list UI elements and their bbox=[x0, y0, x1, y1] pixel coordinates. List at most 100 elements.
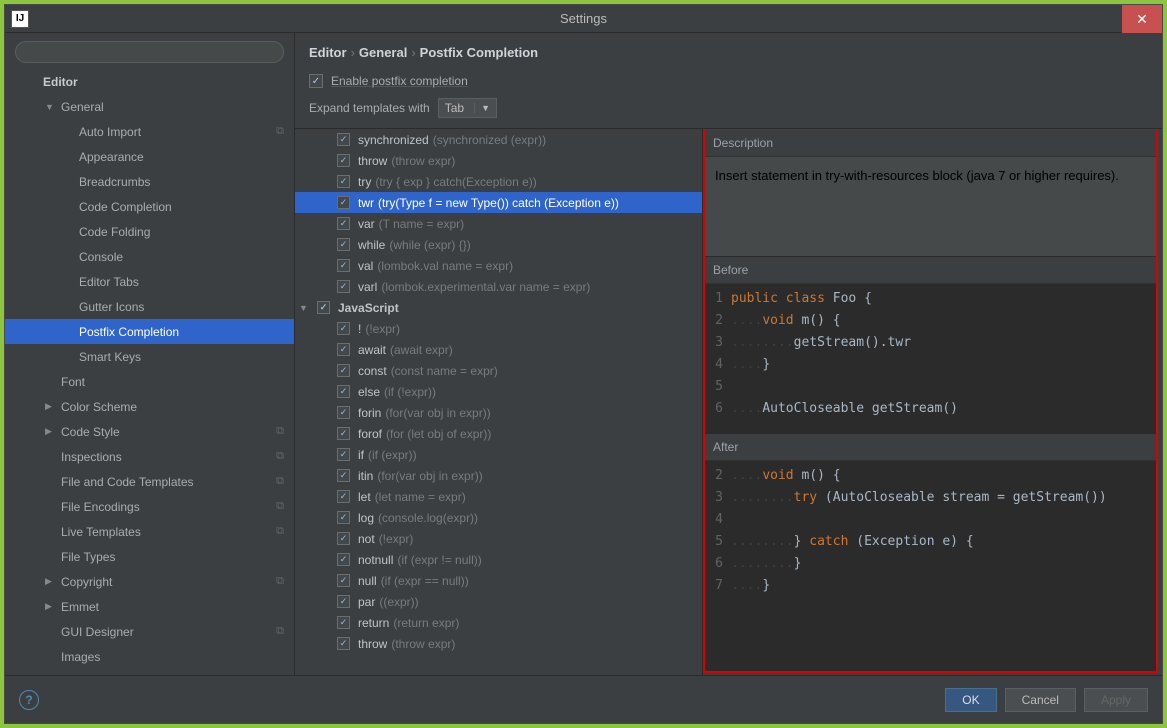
template-checkbox[interactable] bbox=[337, 217, 350, 230]
template-checkbox[interactable] bbox=[337, 595, 350, 608]
template-item-throw[interactable]: throw (throw expr) bbox=[295, 633, 702, 654]
sidebar-item-inspections[interactable]: Inspections⧉ bbox=[5, 444, 294, 469]
template-item-while[interactable]: while (while (expr) {}) bbox=[295, 234, 702, 255]
search-input[interactable] bbox=[15, 41, 284, 63]
template-item-itin[interactable]: itin (for(var obj in expr)) bbox=[295, 465, 702, 486]
template-item-let[interactable]: let (let name = expr) bbox=[295, 486, 702, 507]
sidebar-item-file-types[interactable]: File Types bbox=[5, 544, 294, 569]
cancel-button[interactable]: Cancel bbox=[1005, 688, 1076, 712]
sidebar-item-file-encodings[interactable]: File Encodings⧉ bbox=[5, 494, 294, 519]
template-item-val[interactable]: val (lombok.val name = expr) bbox=[295, 255, 702, 276]
template-item-const[interactable]: const (const name = expr) bbox=[295, 360, 702, 381]
template-item-notnull[interactable]: notnull (if (expr != null)) bbox=[295, 549, 702, 570]
sidebar-item-gutter-icons[interactable]: Gutter Icons bbox=[5, 294, 294, 319]
chevron-icon[interactable]: ▶ bbox=[45, 601, 52, 612]
sidebar-item-images[interactable]: Images bbox=[5, 644, 294, 669]
sidebar-item-general[interactable]: ▼General bbox=[5, 94, 294, 119]
copy-icon[interactable]: ⧉ bbox=[276, 425, 284, 438]
template-checkbox[interactable] bbox=[337, 238, 350, 251]
copy-icon[interactable]: ⧉ bbox=[276, 475, 284, 488]
template-checkbox[interactable] bbox=[337, 385, 350, 398]
sidebar-item-editor-tabs[interactable]: Editor Tabs bbox=[5, 269, 294, 294]
template-checkbox[interactable] bbox=[337, 196, 350, 209]
template-checkbox[interactable] bbox=[337, 364, 350, 377]
chevron-icon[interactable]: ▶ bbox=[45, 426, 52, 437]
template-checkbox[interactable] bbox=[337, 154, 350, 167]
template-checkbox[interactable] bbox=[337, 133, 350, 146]
sidebar-item-auto-import[interactable]: Auto Import⧉ bbox=[5, 119, 294, 144]
template-item-try[interactable]: try (try { exp } catch(Exception e)) bbox=[295, 171, 702, 192]
template-checkbox[interactable] bbox=[337, 406, 350, 419]
sidebar-item-font[interactable]: Font bbox=[5, 369, 294, 394]
copy-icon[interactable]: ⧉ bbox=[276, 125, 284, 138]
template-checkbox[interactable] bbox=[337, 322, 350, 335]
copy-icon[interactable]: ⧉ bbox=[276, 575, 284, 588]
sidebar-item-smart-keys[interactable]: Smart Keys bbox=[5, 344, 294, 369]
ok-button[interactable]: OK bbox=[945, 688, 996, 712]
apply-button[interactable]: Apply bbox=[1084, 688, 1148, 712]
sidebar-item-postfix-completion[interactable]: Postfix Completion bbox=[5, 319, 294, 344]
template-checkbox[interactable] bbox=[337, 574, 350, 587]
template-item-varl[interactable]: varl (lombok.experimental.var name = exp… bbox=[295, 276, 702, 297]
template-item-forof[interactable]: forof (for (let obj of expr)) bbox=[295, 423, 702, 444]
copy-icon[interactable]: ⧉ bbox=[276, 450, 284, 463]
template-checkbox[interactable] bbox=[337, 616, 350, 629]
chevron-icon[interactable]: ▶ bbox=[45, 401, 52, 412]
template-checkbox[interactable] bbox=[337, 448, 350, 461]
template-item-await[interactable]: await (await expr) bbox=[295, 339, 702, 360]
template-checkbox[interactable] bbox=[337, 280, 350, 293]
sidebar-item-live-templates[interactable]: Live Templates⧉ bbox=[5, 519, 294, 544]
group-checkbox[interactable] bbox=[317, 301, 330, 314]
sidebar-item-code-folding[interactable]: Code Folding bbox=[5, 219, 294, 244]
template-item-if[interactable]: if (if (expr)) bbox=[295, 444, 702, 465]
template-checkbox[interactable] bbox=[337, 175, 350, 188]
copy-icon[interactable]: ⧉ bbox=[276, 525, 284, 538]
template-desc: (if (expr != null)) bbox=[397, 553, 481, 567]
template-item-par[interactable]: par ((expr)) bbox=[295, 591, 702, 612]
sidebar-item-breadcrumbs[interactable]: Breadcrumbs bbox=[5, 169, 294, 194]
template-checkbox[interactable] bbox=[337, 259, 350, 272]
template-item-not[interactable]: not (!expr) bbox=[295, 528, 702, 549]
chevron-icon[interactable]: ▼ bbox=[45, 102, 54, 112]
line-content: ........} catch (Exception e) { bbox=[731, 531, 1156, 553]
sidebar-item-appearance[interactable]: Appearance bbox=[5, 144, 294, 169]
template-item-var[interactable]: var (T name = expr) bbox=[295, 213, 702, 234]
enable-postfix-checkbox[interactable] bbox=[309, 74, 323, 88]
sidebar-item-file-and-code-templates[interactable]: File and Code Templates⧉ bbox=[5, 469, 294, 494]
template-key: ! bbox=[358, 322, 361, 336]
template-checkbox[interactable] bbox=[337, 490, 350, 503]
sidebar-item-color-scheme[interactable]: ▶Color Scheme bbox=[5, 394, 294, 419]
line-number: 2 bbox=[705, 465, 731, 487]
sidebar-item-code-style[interactable]: ▶Code Style⧉ bbox=[5, 419, 294, 444]
template-item-synchronized[interactable]: synchronized (synchronized (expr)) bbox=[295, 129, 702, 150]
template-desc: (try(Type f = new Type()) catch (Excepti… bbox=[378, 196, 619, 210]
template-item-[interactable]: ! (!expr) bbox=[295, 318, 702, 339]
close-button[interactable]: ✕ bbox=[1122, 5, 1162, 33]
sidebar-item-emmet[interactable]: ▶Emmet bbox=[5, 594, 294, 619]
template-checkbox[interactable] bbox=[337, 553, 350, 566]
chevron-icon[interactable]: ▶ bbox=[45, 576, 52, 587]
template-checkbox[interactable] bbox=[337, 427, 350, 440]
template-item-else[interactable]: else (if (!expr)) bbox=[295, 381, 702, 402]
sidebar-item-code-completion[interactable]: Code Completion bbox=[5, 194, 294, 219]
template-checkbox[interactable] bbox=[337, 511, 350, 524]
sidebar-item-console[interactable]: Console bbox=[5, 244, 294, 269]
sidebar-item-gui-designer[interactable]: GUI Designer⧉ bbox=[5, 619, 294, 644]
template-item-throw[interactable]: throw (throw expr) bbox=[295, 150, 702, 171]
template-checkbox[interactable] bbox=[337, 532, 350, 545]
copy-icon[interactable]: ⧉ bbox=[276, 625, 284, 638]
template-item-null[interactable]: null (if (expr == null)) bbox=[295, 570, 702, 591]
template-group-javascript[interactable]: ▼JavaScript bbox=[295, 297, 702, 318]
template-item-return[interactable]: return (return expr) bbox=[295, 612, 702, 633]
template-item-forin[interactable]: forin (for(var obj in expr)) bbox=[295, 402, 702, 423]
copy-icon[interactable]: ⧉ bbox=[276, 500, 284, 513]
template-item-log[interactable]: log (console.log(expr)) bbox=[295, 507, 702, 528]
template-checkbox[interactable] bbox=[337, 637, 350, 650]
help-button[interactable]: ? bbox=[19, 690, 39, 710]
expand-templates-select[interactable]: Tab▼ bbox=[438, 98, 497, 118]
template-checkbox[interactable] bbox=[337, 343, 350, 356]
template-item-twr[interactable]: twr (try(Type f = new Type()) catch (Exc… bbox=[295, 192, 702, 213]
sidebar-item-copyright[interactable]: ▶Copyright⧉ bbox=[5, 569, 294, 594]
template-checkbox[interactable] bbox=[337, 469, 350, 482]
template-list[interactable]: synchronized (synchronized (expr))throw … bbox=[295, 129, 703, 675]
